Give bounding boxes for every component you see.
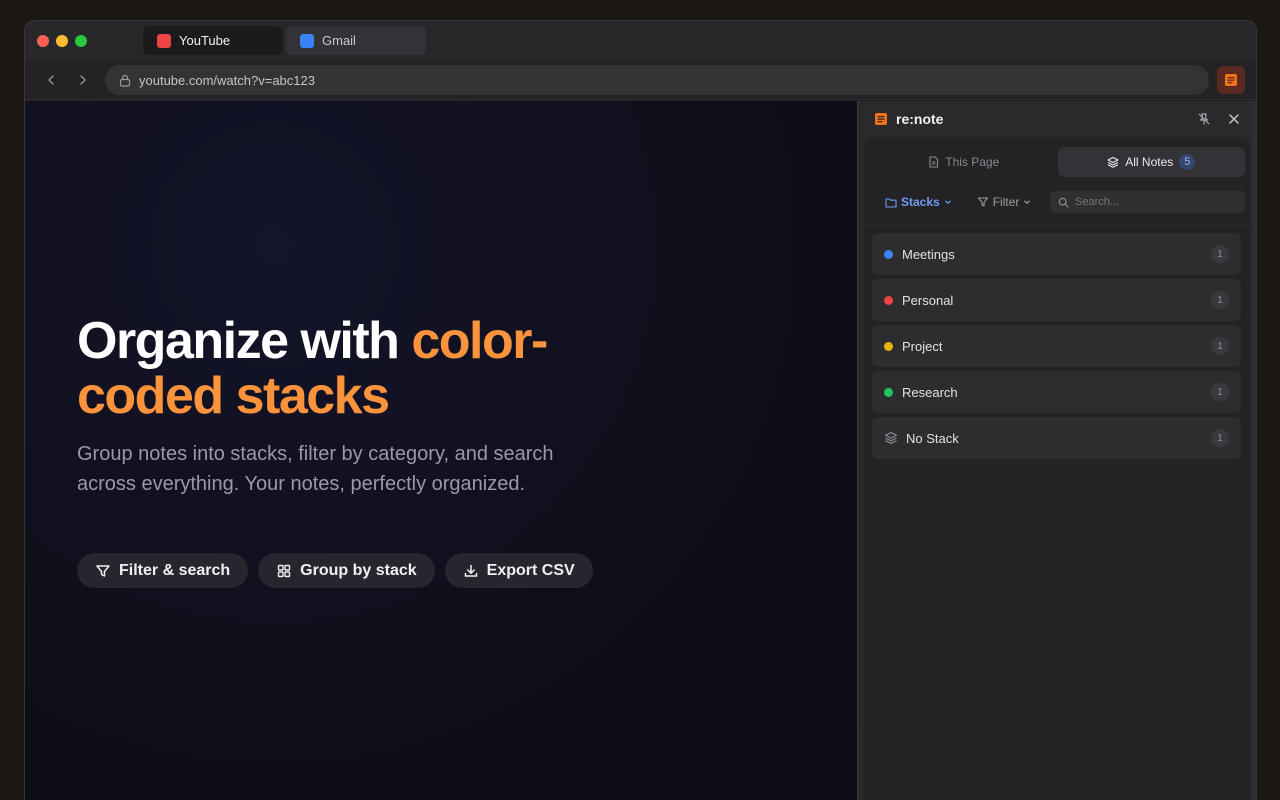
panel-body: This Page All Notes 5 Stacks Filter Sear… [864,137,1251,800]
stack-row-project[interactable]: Project 1 [872,325,1241,367]
url-text: youtube.com/watch?v=abc123 [139,72,315,88]
close-window-button[interactable] [37,35,49,47]
search-input[interactable] [1075,196,1235,208]
panel-scrollbar[interactable] [1252,101,1256,800]
tab-label: YouTube [179,33,231,48]
layers-icon [1107,156,1119,168]
stack-row-meetings[interactable]: Meetings 1 [872,233,1241,275]
stack-row-research[interactable]: Research 1 [872,371,1241,413]
youtube-favicon-icon [157,33,171,48]
tab-gmail[interactable]: Gmail [286,26,426,55]
lock-icon [119,74,131,87]
search-icon [1058,197,1069,208]
hero-subtitle: Group notes into stacks, filter by categ… [77,443,554,495]
grid-icon [277,564,291,577]
tab-label: Gmail [322,33,356,48]
renote-logo-icon [1225,74,1237,86]
layers-icon [884,431,898,444]
stack-label: Meetings [902,246,955,262]
tab-this-page[interactable]: This Page [870,147,1058,177]
stack-color-dot [884,249,893,259]
filter-icon [96,564,110,577]
search-box [1050,191,1245,213]
stack-count: 1 [1211,245,1229,263]
close-panel-button[interactable] [1226,111,1242,127]
panel-title: re:note [896,111,944,127]
url-bar[interactable]: youtube.com/watch?v=abc123 [105,65,1209,95]
back-button[interactable] [41,70,61,90]
close-icon [1229,114,1239,124]
renote-extension-button[interactable] [1217,66,1245,94]
chip-label: Export CSV [486,561,575,579]
stacks-label: Stacks [901,195,940,209]
stack-label: Project [902,338,943,354]
folder-icon [885,197,897,208]
stack-color-dot [884,387,893,397]
filter-label: Filter [992,195,1020,209]
stack-label: Research [902,384,958,400]
renote-logo-icon [875,113,887,125]
group-by-stack-chip[interactable]: Group by stack [258,553,435,588]
renote-side-panel: re:note This Page All Notes 5 Stacks Fil… [857,101,1256,800]
divider [864,225,1251,226]
all-notes-count-badge: 5 [1179,154,1196,170]
tab-label: This Page [945,155,1000,169]
stack-row-personal[interactable]: Personal 1 [872,279,1241,321]
filter-search-chip[interactable]: Filter & search [77,553,249,588]
tab-youtube[interactable]: YouTube [143,26,283,55]
tab-all-notes[interactable]: All Notes 5 [1057,147,1245,177]
chip-label: Filter & search [119,561,231,579]
chip-label: Group by stack [300,561,417,579]
stack-color-dot [884,295,893,305]
panel-toolbar: Stacks Filter [870,191,1245,213]
stack-label: Personal [902,292,954,308]
stack-color-dot [884,341,893,351]
tab-bar: YouTube Gmail [25,21,1256,60]
document-icon [929,156,939,168]
stack-label: No Stack [906,430,959,446]
hero-title-text: Organize with [77,312,412,370]
hero-title: Organize with color-coded stacks [77,314,677,424]
view-tabs: This Page All Notes 5 [870,147,1245,177]
unpin-button[interactable] [1196,111,1212,127]
stack-list: Meetings 1 Personal 1 Project 1 Research… [872,233,1241,459]
stack-count: 1 [1211,383,1229,401]
feature-chips: Filter & search Group by stack Export CS… [77,553,593,588]
filter-icon [977,197,988,207]
chevron-right-icon [80,75,87,85]
web-page-content: Organize with color-coded stacks Group n… [25,101,857,800]
gmail-favicon-icon [300,33,314,48]
download-icon [464,564,477,577]
stack-row-no-stack[interactable]: No Stack 1 [872,417,1241,459]
browser-window: YouTube Gmail youtube.com/watch?v=abc123… [24,20,1257,800]
chevron-down-icon [1024,200,1031,205]
stack-count: 1 [1211,291,1229,309]
address-row: youtube.com/watch?v=abc123 [25,60,1256,100]
minimize-window-button[interactable] [56,35,68,47]
chevron-left-icon [47,75,54,85]
maximize-window-button[interactable] [75,35,87,47]
export-csv-chip[interactable]: Export CSV [444,553,593,588]
filter-dropdown[interactable]: Filter [962,195,1042,209]
pin-off-icon [1198,113,1210,125]
stacks-dropdown[interactable]: Stacks [870,195,962,209]
forward-button[interactable] [73,70,93,90]
stack-count: 1 [1211,429,1229,447]
tab-label: All Notes [1125,155,1174,169]
chevron-down-icon [944,200,951,205]
stack-count: 1 [1211,337,1229,355]
